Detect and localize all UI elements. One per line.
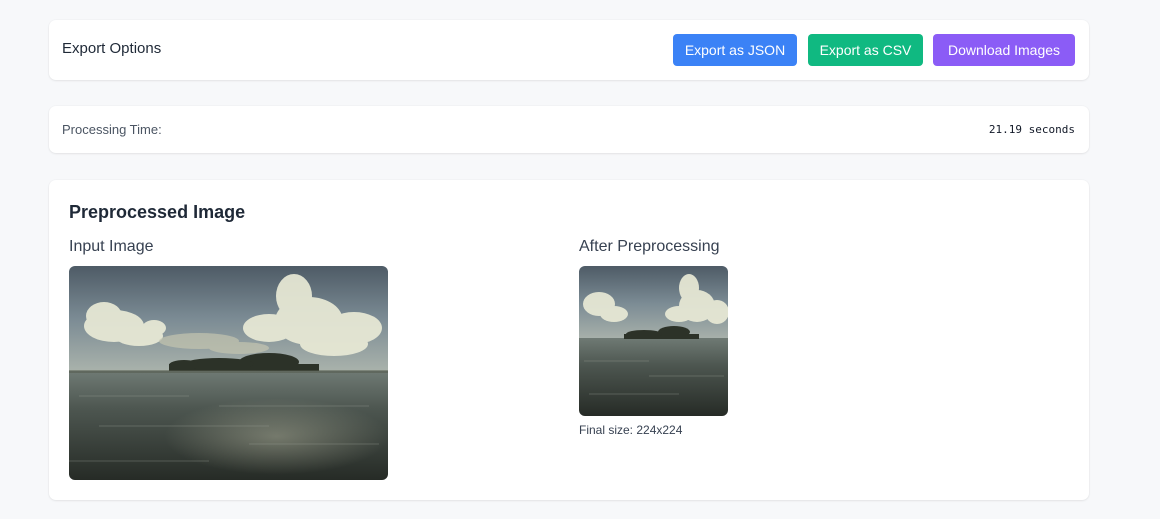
export-json-button[interactable]: Export as JSON	[673, 34, 797, 66]
after-preprocessing-image	[579, 266, 728, 416]
export-csv-button[interactable]: Export as CSV	[808, 34, 923, 66]
preprocessed-image-card: Preprocessed Image Input Image After Pre…	[49, 180, 1089, 500]
export-options-card: Export Options Export as JSON Export as …	[49, 20, 1089, 80]
preprocessed-image-title: Preprocessed Image	[69, 202, 246, 222]
seascape-photo	[69, 266, 388, 480]
processing-time-card: Processing Time: 21.19 seconds	[49, 106, 1089, 153]
input-image	[69, 266, 388, 480]
input-image-label: Input Image	[69, 238, 154, 255]
final-size-text: Final size: 224x224	[579, 423, 683, 437]
processing-time-value: 21.19 seconds	[988, 123, 1075, 136]
export-options-title: Export Options	[62, 40, 162, 57]
after-preprocessing-label: After Preprocessing	[579, 238, 720, 255]
processing-time-label: Processing Time:	[62, 122, 162, 137]
download-images-button[interactable]: Download Images	[933, 34, 1075, 66]
seascape-photo-square	[579, 266, 728, 416]
